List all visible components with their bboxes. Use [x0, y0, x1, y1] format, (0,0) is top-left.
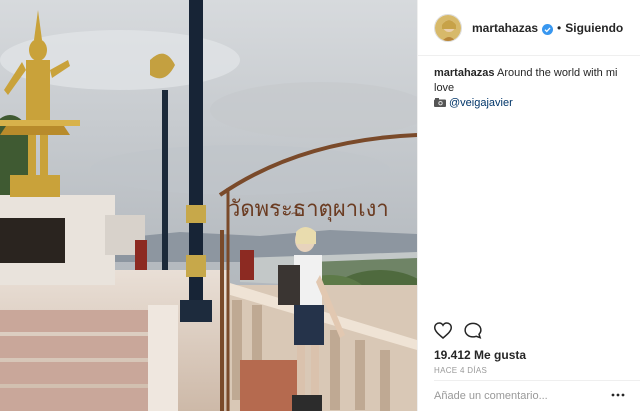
mention-link[interactable]: @veigajavier	[449, 97, 513, 109]
svg-text:~: ~	[290, 206, 302, 222]
post-caption: martahazas Around the world with mi love…	[418, 56, 640, 111]
verified-badge-icon	[542, 22, 554, 35]
caption-username-link[interactable]: martahazas	[434, 67, 495, 79]
temple-photo: วัดพระธาตุผาเงา ~	[0, 0, 417, 411]
post-actions	[434, 322, 482, 339]
heart-icon[interactable]	[434, 322, 452, 339]
avatar[interactable]	[434, 13, 462, 42]
post-header: martahazas • Siguiendo	[418, 0, 640, 56]
camera-icon	[434, 97, 446, 107]
post-timestamp: HACE 4 DÍAS	[434, 366, 488, 375]
post-side-panel: martahazas • Siguiendo martahazas Around…	[417, 0, 640, 411]
likes-count[interactable]: 19.412 Me gusta	[434, 348, 526, 362]
comment-input[interactable]	[434, 390, 624, 402]
more-options-icon[interactable]	[610, 388, 626, 402]
comment-icon[interactable]	[464, 322, 482, 339]
post-photo[interactable]: วัดพระธาตุผาเงา ~	[0, 0, 417, 411]
temple-sign-text: วัดพระธาตุผาเงา	[228, 197, 389, 222]
following-button[interactable]: Siguiendo	[565, 21, 623, 35]
username-link[interactable]: martahazas	[472, 21, 538, 35]
header-separator: •	[557, 20, 562, 35]
